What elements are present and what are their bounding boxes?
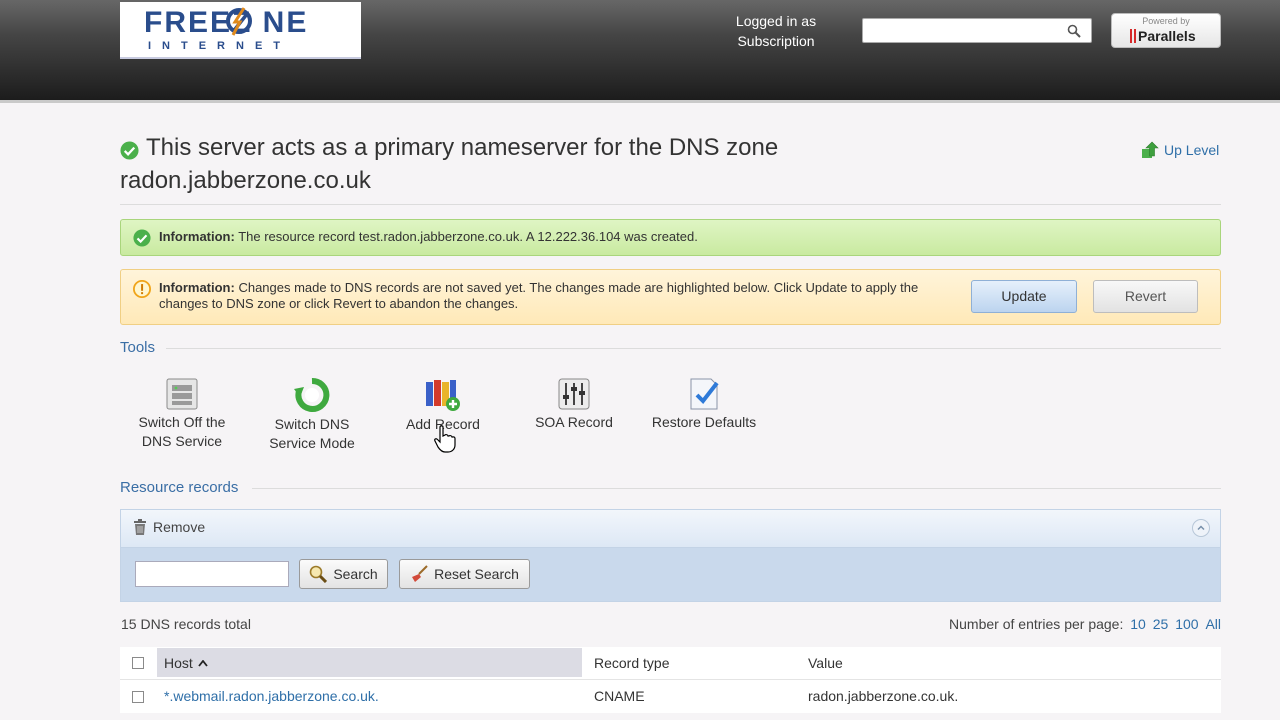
add-record-icon — [426, 380, 460, 411]
parallels-brand: Parallels — [1138, 28, 1196, 44]
per-page-10[interactable]: 10 — [1130, 616, 1146, 632]
success-message: Information: The resource record test.ra… — [120, 219, 1221, 256]
restore-check-icon — [690, 378, 719, 410]
tools-heading: Tools — [120, 339, 156, 356]
tool-soa-record[interactable]: SOA Record — [509, 377, 639, 432]
per-page-label: Number of entries per page: — [949, 616, 1124, 632]
powered-by-label: Powered by — [1142, 16, 1190, 26]
entries-per-page: Number of entries per page: 10 25 100 Al… — [949, 616, 1221, 632]
warning-label: Information: — [159, 280, 235, 295]
check-circle-icon — [133, 229, 151, 247]
remove-label: Remove — [153, 519, 206, 535]
page-title: This server acts as a primary nameserver… — [120, 134, 779, 194]
table-row: *.webmail.radon.jabberzone.co.uk. CNAME … — [120, 680, 1221, 713]
host-column-label: Host — [164, 655, 193, 671]
row-value: radon.jabberzone.co.uk. — [808, 688, 959, 704]
value-column-header[interactable]: Value — [808, 655, 843, 671]
logo-o-icon — [226, 7, 252, 36]
divider — [252, 488, 1221, 489]
records-search-input[interactable] — [135, 561, 289, 587]
success-label: Information: — [159, 229, 235, 244]
table-header: Host Record type Value — [120, 647, 1221, 680]
header-search-input[interactable] — [867, 20, 1061, 43]
tool-switch-dns-mode[interactable]: Switch DNS Service Mode — [247, 377, 377, 453]
trash-icon — [134, 519, 146, 535]
magnifier-icon — [310, 565, 328, 583]
row-host-link[interactable]: *.webmail.radon.jabberzone.co.uk. — [164, 688, 379, 704]
login-info: Logged in as Subscription — [720, 11, 832, 51]
tool-restore-defaults[interactable]: Restore Defaults — [639, 377, 769, 432]
resource-records-heading: Resource records — [120, 479, 239, 496]
tool-label: Switch DNS — [274, 416, 350, 432]
header-search — [862, 18, 1092, 43]
records-toolbar: Remove Search Reset Search — [120, 509, 1221, 602]
warning-text: Information: Changes made to DNS records… — [159, 280, 969, 312]
row-checkbox[interactable] — [132, 691, 144, 703]
tool-label: SOA Record — [535, 414, 613, 430]
top-header: FREEZ NE INTERNET Logged in as Subscript… — [0, 0, 1280, 103]
tool-label: Restore Defaults — [651, 414, 757, 430]
divider — [166, 348, 1221, 349]
success-body: The resource record test.radon.jabberzon… — [238, 229, 698, 244]
host-column-header[interactable]: Host — [157, 648, 582, 677]
per-page-all[interactable]: All — [1205, 616, 1221, 632]
login-label: Logged in as — [735, 13, 817, 29]
freezone-logo[interactable]: FREEZ NE INTERNET — [120, 2, 361, 59]
up-level-label: Up Level — [1164, 142, 1220, 158]
update-button[interactable]: Update — [971, 280, 1077, 313]
sort-asc-icon — [198, 660, 208, 667]
refresh-icon — [294, 377, 330, 412]
revert-button[interactable]: Revert — [1093, 280, 1198, 313]
server-off-icon — [166, 378, 198, 410]
warning-body: Changes made to DNS records are not save… — [159, 280, 919, 311]
collapse-toggle[interactable] — [1192, 519, 1210, 537]
up-arrow-icon — [1142, 141, 1159, 158]
tool-label: Service Mode — [269, 435, 355, 451]
search-icon[interactable] — [1067, 24, 1081, 38]
chevron-up-icon — [1197, 525, 1205, 531]
broom-icon — [412, 565, 428, 582]
records-toolbar-top: Remove — [121, 510, 1220, 548]
login-subscription: Subscription — [737, 33, 815, 49]
tool-label: DNS Service — [141, 433, 223, 449]
tool-label: Switch Off the — [138, 414, 226, 430]
success-text: Information: The resource record test.ra… — [159, 229, 698, 245]
select-all-checkbox[interactable] — [132, 657, 144, 669]
tool-switch-off-dns[interactable]: Switch Off the DNS Service — [117, 377, 247, 451]
powered-by-parallels[interactable]: Powered by Parallels — [1111, 13, 1221, 48]
up-level-link[interactable]: Up Level — [1141, 141, 1219, 159]
record-type-column-header[interactable]: Record type — [594, 655, 669, 671]
divider — [120, 204, 1221, 205]
warning-circle-icon — [133, 280, 151, 298]
reset-search-label: Reset Search — [434, 566, 519, 582]
remove-button[interactable]: Remove — [133, 519, 205, 535]
sliders-icon — [558, 378, 590, 410]
search-button-label: Search — [333, 566, 378, 582]
reset-search-button[interactable]: Reset Search — [399, 559, 530, 589]
warning-message: Information: Changes made to DNS records… — [120, 269, 1221, 325]
row-record-type: CNAME — [594, 688, 645, 704]
records-total: 15 DNS records total — [121, 616, 251, 632]
hand-cursor-icon — [434, 425, 456, 453]
logo-subtext: INTERNET — [148, 40, 291, 52]
search-button[interactable]: Search — [299, 559, 388, 589]
per-page-25[interactable]: 25 — [1153, 616, 1169, 632]
per-page-100[interactable]: 100 — [1175, 616, 1198, 632]
